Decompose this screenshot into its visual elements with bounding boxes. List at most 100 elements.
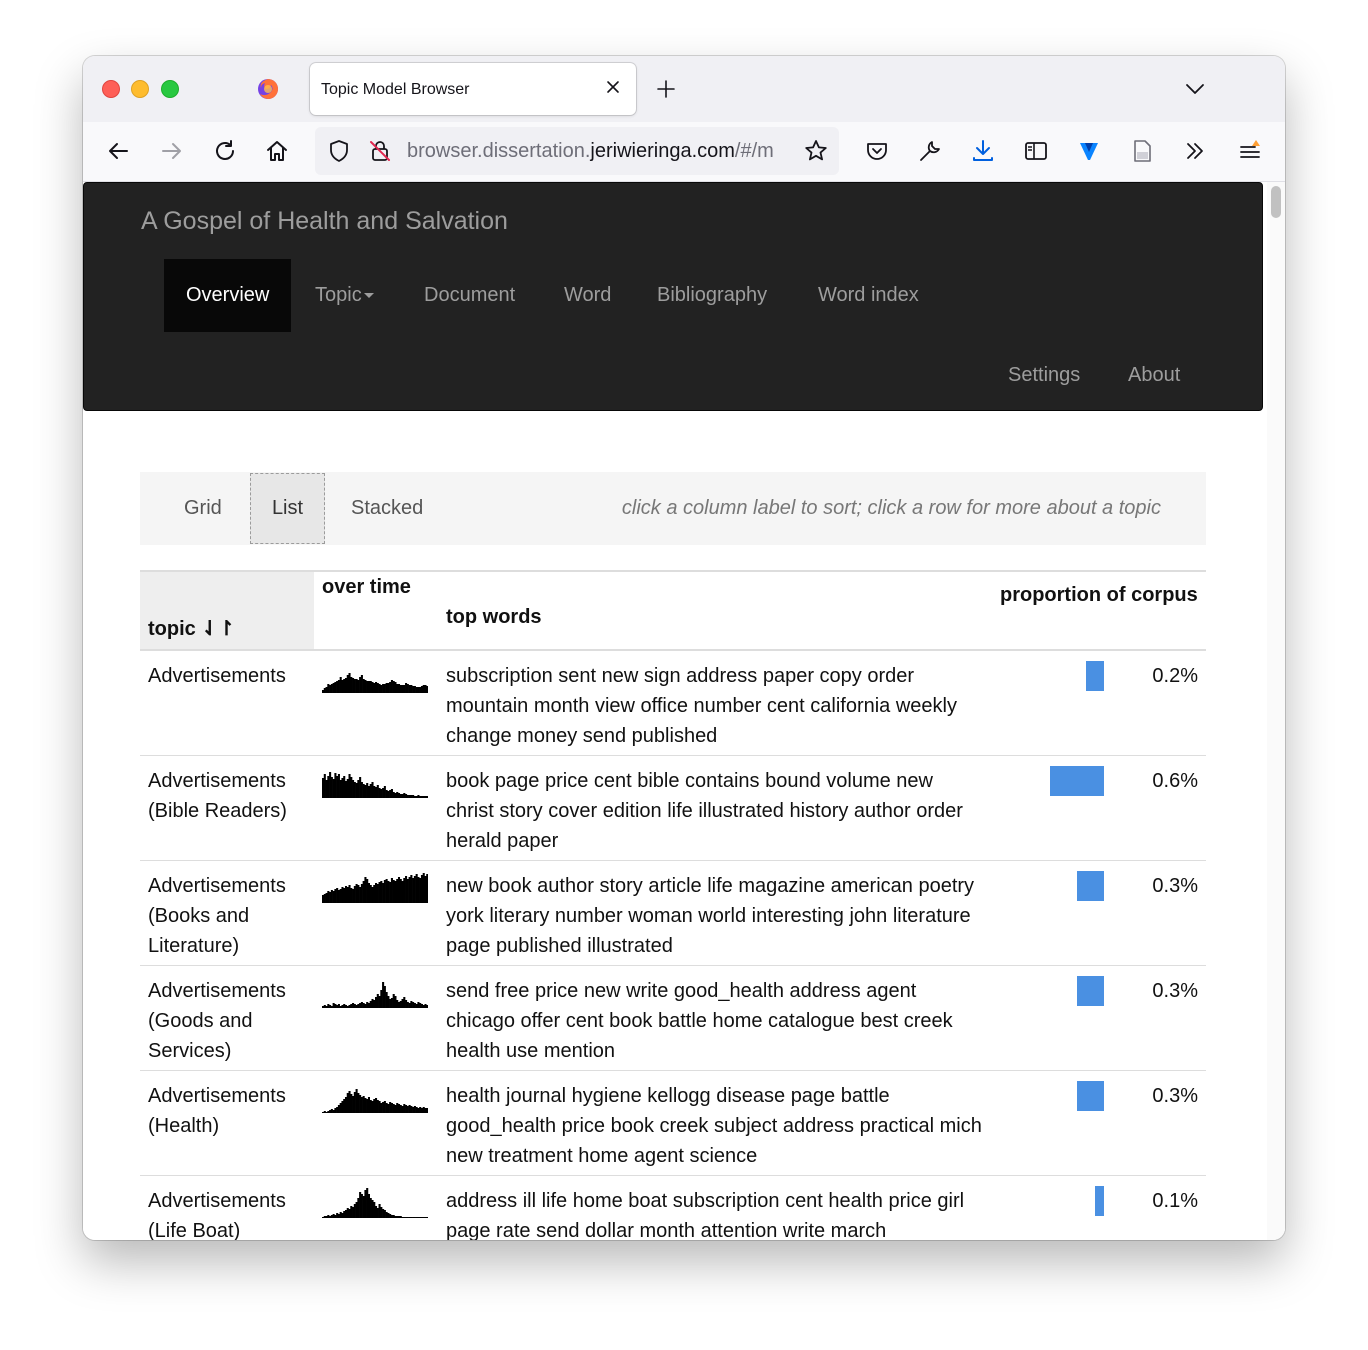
nav-word-index[interactable]: Word index: [796, 259, 941, 332]
sparkline-bar: [426, 686, 428, 693]
sparkline-bar: [385, 878, 388, 903]
sparkline-bar: [387, 995, 390, 1008]
sparkline-bar: [412, 1001, 415, 1008]
site-brand[interactable]: A Gospel of Health and Salvation: [141, 207, 508, 236]
home-icon[interactable]: [264, 138, 290, 164]
proportion-column-header[interactable]: proportion of corpus: [992, 570, 1206, 651]
sparkline-bar: [323, 893, 326, 903]
pocket-icon[interactable]: [864, 138, 890, 164]
sparkline-bar: [323, 1004, 326, 1008]
page-icon[interactable]: [1129, 138, 1155, 164]
sparkline-bar: [424, 795, 427, 798]
zoom-window-button[interactable]: [161, 80, 179, 98]
nav-settings[interactable]: Settings: [986, 339, 1102, 412]
topic-row[interactable]: Advertisements subscription sent new sign…: [140, 649, 1206, 755]
nav-word[interactable]: Word: [542, 259, 633, 332]
back-arrow-icon[interactable]: [105, 138, 131, 164]
sparkline-bar: [366, 782, 369, 798]
tab-strip: Topic Model Browser: [83, 56, 1285, 122]
sparkline-bar: [322, 1005, 325, 1008]
insecure-lock-icon[interactable]: [367, 138, 393, 164]
sparkline-bar: [422, 1004, 425, 1008]
stacked-view-button[interactable]: Stacked: [329, 472, 445, 545]
sparkline-bar: [375, 882, 378, 903]
overflow-chevrons-icon[interactable]: [1182, 138, 1208, 164]
minimize-window-button[interactable]: [131, 80, 149, 98]
topic-row[interactable]: Advertisements (Life Boat) address ill li…: [140, 1174, 1206, 1240]
nav-bibliography[interactable]: Bibliography: [635, 259, 789, 332]
download-icon[interactable]: [970, 138, 996, 164]
topic-row[interactable]: Advertisements (Goods and Services) send …: [140, 964, 1206, 1070]
forward-arrow-icon[interactable]: [159, 138, 185, 164]
close-icon[interactable]: [602, 76, 624, 98]
grid-view-button[interactable]: Grid: [162, 472, 244, 545]
topic-row[interactable]: Advertisements (Health) health journal hy…: [140, 1069, 1206, 1175]
sparkline-bar: [419, 687, 422, 693]
shield-icon[interactable]: [326, 138, 352, 164]
over-time-cell: [314, 754, 438, 860]
sparkline-bar: [350, 1003, 353, 1008]
extension-icon[interactable]: [1076, 138, 1102, 164]
sparkline-bar: [417, 1001, 420, 1008]
sparkline-bar: [364, 876, 367, 903]
sparkline-bar: [426, 795, 428, 798]
active-tab[interactable]: Topic Model Browser: [310, 63, 636, 115]
sparkline-bar: [380, 685, 383, 693]
sparkline-bar: [334, 772, 337, 798]
list-view-button[interactable]: List: [250, 473, 325, 544]
sparkline-bar: [323, 1110, 326, 1113]
star-icon[interactable]: [803, 138, 829, 164]
sparkline-bar: [336, 1212, 339, 1218]
page-viewport: A Gospel of Health and Salvation Overvie…: [83, 182, 1285, 1240]
sparkline-bar: [420, 874, 423, 903]
sparkline-bar: [332, 1213, 335, 1218]
url-text[interactable]: browser.dissertation.jeriwieringa.com/#/…: [407, 140, 795, 163]
sparkline-bar: [344, 678, 348, 693]
plus-icon[interactable]: [655, 78, 677, 100]
nav-document[interactable]: Document: [402, 259, 537, 332]
sparkline-bar: [410, 794, 413, 798]
sparkline-bar: [327, 1214, 330, 1218]
topic-row[interactable]: Advertisements (Books and Literature) new…: [140, 859, 1206, 965]
nav-overview[interactable]: Overview: [164, 259, 292, 332]
menu-icon[interactable]: [1237, 138, 1263, 164]
sparkline-bar: [353, 1003, 356, 1008]
site-navbar: A Gospel of Health and Salvation Overvie…: [83, 182, 1263, 411]
top-words-column-header[interactable]: top words: [446, 606, 542, 629]
sparkline-bar: [339, 888, 342, 903]
sparkline-bar: [373, 683, 376, 693]
sparkline-bar: [337, 680, 340, 693]
sparkline-bar: [413, 875, 416, 903]
over-time-column-header[interactable]: over time: [322, 576, 411, 599]
proportion-bar: [1050, 765, 1104, 796]
sparkline-bar: [422, 1106, 425, 1113]
topic-column-header[interactable]: topic ⇃↾: [140, 570, 314, 651]
wrench-icon[interactable]: [917, 138, 943, 164]
sparkline-bar: [348, 1090, 351, 1113]
close-window-button[interactable]: [102, 80, 120, 98]
topic-name: Advertisements: [140, 649, 314, 755]
sparkline-bar: [371, 1100, 374, 1113]
scrollbar-thumb[interactable]: [1271, 186, 1281, 218]
top-words: subscription sent new sign address paper…: [438, 649, 992, 755]
sparkline-bar: [334, 888, 337, 903]
sparkline-bar: [413, 1216, 416, 1218]
sparkline-bar: [341, 1004, 344, 1008]
topic-row[interactable]: Advertisements (Bible Readers) book page …: [140, 754, 1206, 860]
chevron-down-icon[interactable]: [1183, 78, 1207, 100]
sparkline-bar: [327, 775, 330, 798]
nav-about[interactable]: About: [1106, 339, 1202, 412]
sparkline-bar: [406, 1001, 409, 1008]
sparkline-bar: [344, 885, 348, 903]
firefox-view-icon[interactable]: [257, 78, 279, 100]
sparkline-bar: [401, 998, 404, 1008]
reload-icon[interactable]: [212, 138, 238, 164]
nav-topic[interactable]: Topic: [293, 259, 396, 332]
url-bar[interactable]: browser.dissertation.jeriwieringa.com/#/…: [315, 127, 839, 175]
sidebar-icon[interactable]: [1023, 138, 1049, 164]
sparkline-bar: [348, 673, 351, 693]
sparkline-bar: [327, 1003, 330, 1008]
scrollbar[interactable]: [1267, 182, 1285, 1240]
sparkline-bar: [415, 795, 418, 798]
sparkline-bar: [383, 985, 386, 1008]
